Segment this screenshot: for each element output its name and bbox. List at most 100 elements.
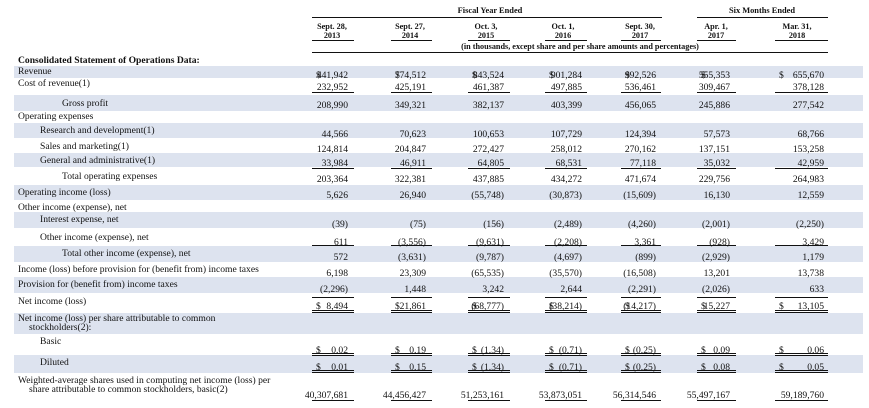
row-label-continued: stockholders(2): [29, 322, 92, 333]
column-header: Oct. 3, [474, 22, 498, 31]
cell-rule [621, 370, 661, 371]
cell-value: 277,542 [792, 100, 824, 111]
cell-rule-double [312, 372, 354, 373]
cell-rule [391, 400, 432, 401]
cell-rule-double [468, 312, 510, 313]
cell-value: 12,559 [797, 190, 824, 201]
cell-value: 124,394 [624, 129, 656, 140]
cell-value: (2,489) [554, 219, 582, 230]
cell-value: 3,361 [634, 237, 656, 248]
column-header-rule [775, 40, 828, 41]
cell-value: 1,179 [802, 252, 824, 263]
column-header: Oct. 1, [551, 22, 575, 31]
cell-rule [312, 297, 354, 298]
cell-rule [775, 245, 828, 246]
column-header: Sept. 28, [317, 22, 347, 31]
column-header-rule [391, 40, 432, 41]
cell-value: 16,130 [703, 190, 730, 201]
row-label: Operating expenses [18, 111, 94, 122]
cell-value: (899) [635, 252, 656, 263]
cell-rule [775, 400, 828, 401]
group-rule-six-months [697, 17, 828, 18]
cell-rule [468, 168, 510, 169]
cell-value: 153,258 [792, 144, 824, 155]
cell-rule [775, 310, 828, 311]
cell-value: 456,065 [624, 100, 656, 111]
cell-value: (16,508) [623, 268, 656, 279]
column-header-rule [468, 40, 510, 41]
cell-value: (928) [709, 237, 730, 248]
cell-value: 204,847 [394, 144, 426, 155]
cell-value: 555,353 [698, 70, 730, 81]
cell-rule [468, 92, 510, 93]
cell-rule [621, 92, 661, 93]
dollar-sign: $ [625, 70, 630, 81]
row-label-continued: share attributable to common stockholder… [29, 384, 228, 395]
cell-value: 100,653 [472, 129, 504, 140]
cell-rule [545, 353, 587, 354]
row-label: Research and development(1) [40, 125, 155, 136]
row-label: Total operating expenses [62, 171, 158, 182]
column-header: Sept. 30, [625, 22, 655, 31]
cell-value: (2,250) [796, 219, 824, 230]
cell-value: 2,644 [560, 284, 582, 295]
cell-value: 5,626 [326, 190, 348, 201]
cell-value: 655,670 [792, 70, 824, 81]
row-label: Interest expense, net [40, 214, 119, 225]
cell-value: 437,885 [472, 174, 504, 185]
cell-value: 901,284 [550, 70, 582, 81]
cell-rule-double [775, 372, 828, 373]
cell-rule [391, 168, 432, 169]
row-label: Diluted [40, 357, 69, 368]
cell-rule-double [697, 372, 736, 373]
cell-rule-double [468, 355, 510, 356]
column-header-year: 2017 [707, 31, 725, 40]
cell-rule [312, 310, 354, 311]
cell-value: (3,556) [398, 237, 426, 248]
dollar-sign: $ [472, 70, 477, 81]
cell-rule-double [312, 355, 354, 356]
cell-value: 843,524 [472, 70, 504, 81]
cell-rule [697, 297, 736, 298]
cell-value: 382,137 [472, 100, 504, 111]
cell-rule [391, 245, 432, 246]
cell-value: 13,738 [797, 268, 824, 279]
column-header-rule [545, 40, 587, 41]
cell-rule [697, 400, 736, 401]
cell-rule [468, 400, 510, 401]
dollar-sign: $ [395, 70, 400, 81]
dollar-sign: $ [701, 70, 706, 81]
cell-value: 13,201 [703, 268, 730, 279]
cell-value: 23,309 [399, 268, 426, 279]
cell-value: 137,151 [698, 144, 730, 155]
cell-rule-double [468, 372, 510, 373]
cell-value: 203,364 [316, 174, 348, 185]
cell-value: (65,535) [471, 268, 504, 279]
cell-rule [775, 370, 828, 371]
cell-rule-double [391, 355, 432, 356]
cell-rule [775, 297, 828, 298]
cell-rule [391, 370, 432, 371]
cell-value: (15,609) [623, 190, 656, 201]
row-label: Net income (loss) [18, 296, 87, 307]
cell-rule-double [697, 312, 736, 313]
column-header-year: 2013 [323, 31, 341, 40]
cell-rule [545, 245, 587, 246]
cell-rule [621, 353, 661, 354]
cell-value: (35,570) [549, 268, 582, 279]
cell-value: (4,260) [628, 219, 656, 230]
group-header-six-months: Six Months Ended [728, 6, 796, 15]
column-header-year: 2014 [401, 31, 419, 40]
column-header-year: 2016 [554, 31, 572, 40]
cell-rule [775, 353, 828, 354]
cell-rule [312, 370, 354, 371]
cell-rule [545, 92, 587, 93]
cell-value: 44,566 [321, 129, 348, 140]
cell-rule [775, 92, 828, 93]
cell-value: 349,321 [394, 100, 426, 111]
cell-value: 3,242 [482, 284, 504, 295]
column-header-rule [697, 40, 736, 41]
dollar-sign: $ [549, 70, 554, 81]
dollar-sign: $ [779, 70, 784, 81]
cell-rule-double [621, 312, 661, 313]
